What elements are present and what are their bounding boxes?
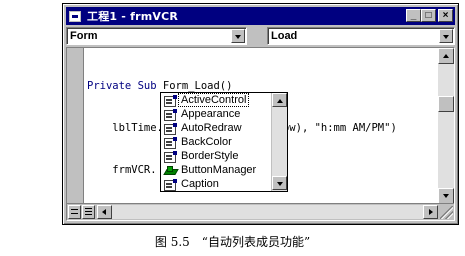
scroll-up-icon[interactable] [438,48,454,64]
member-list-popup[interactable]: ActiveControl Appearance AutoRedraw BackCol… [160,92,288,192]
scroll-down-icon[interactable] [438,188,454,204]
scroll-thumb[interactable] [438,96,454,112]
procedure-combo[interactable]: Load [267,27,455,45]
member-list-item-label: ButtonManager [181,164,257,176]
member-list-item-label: BorderStyle [181,150,239,162]
property-icon [164,94,177,107]
member-list-item-label: BackColor [181,136,232,148]
code-line-1: Private Sub Form_Load() [87,79,437,93]
member-list-item-label: ActiveControl [178,93,250,107]
close-button[interactable]: × [438,9,453,22]
chevron-down-icon[interactable] [231,29,245,43]
scroll-right-icon[interactable] [423,205,438,219]
minimize-button[interactable]: _ [406,9,421,22]
chevron-down-icon[interactable] [439,29,453,43]
property-icon [164,108,177,121]
member-list-item[interactable]: BackColor [161,135,271,149]
maximize-button[interactable]: □ [421,9,436,22]
keyword-sub: Sub [137,80,157,92]
procedure-combo-value: Load [271,30,298,42]
method-icon [164,165,177,176]
horizontal-scroll-track[interactable] [112,205,423,219]
member-list-item-label: Caption [181,178,219,190]
property-icon [164,178,177,191]
property-icon [164,150,177,163]
member-list-item-label: AutoRedraw [181,122,242,134]
object-combo-value: Form [70,30,98,42]
figure-caption: 图 5.5 “自动列表成员功能” [154,235,311,249]
member-list-item[interactable]: ButtonManager [161,163,271,177]
member-list-item[interactable]: Appearance [161,107,271,121]
member-list-item[interactable]: AutoRedraw [161,121,271,135]
member-list-item[interactable]: BorderStyle [161,149,271,163]
scroll-down-icon[interactable] [272,176,287,190]
title-bar[interactable]: 工程1 - frmVCR _ □ × [66,7,455,25]
sub-signature: Form_Load() [156,80,233,92]
procedure-view-icon[interactable] [68,205,81,219]
scroll-up-icon[interactable] [272,93,287,107]
window-controls: _ □ × [406,9,453,22]
full-module-view-icon[interactable] [82,205,95,219]
member-list-item[interactable]: Caption [161,177,271,191]
bottom-bar [67,203,454,220]
scroll-left-icon[interactable] [97,205,112,219]
property-icon [164,136,177,149]
object-combo[interactable]: Form [66,27,247,45]
member-list-scrollbar[interactable] [271,93,287,191]
keyword-private: Private [87,80,132,92]
member-list-item-label: Appearance [181,108,241,120]
code-window-icon [69,10,81,22]
margin-indicator-bar[interactable] [67,48,84,204]
resize-grip-icon[interactable] [440,206,453,219]
property-icon [164,122,177,135]
window-title: 工程1 - frmVCR [87,10,179,23]
vertical-scrollbar[interactable] [438,48,454,204]
statement-partial: frmVCR. [112,164,157,176]
member-list: ActiveControl Appearance AutoRedraw BackCol… [161,93,271,191]
member-list-item[interactable]: ActiveControl [161,93,271,107]
